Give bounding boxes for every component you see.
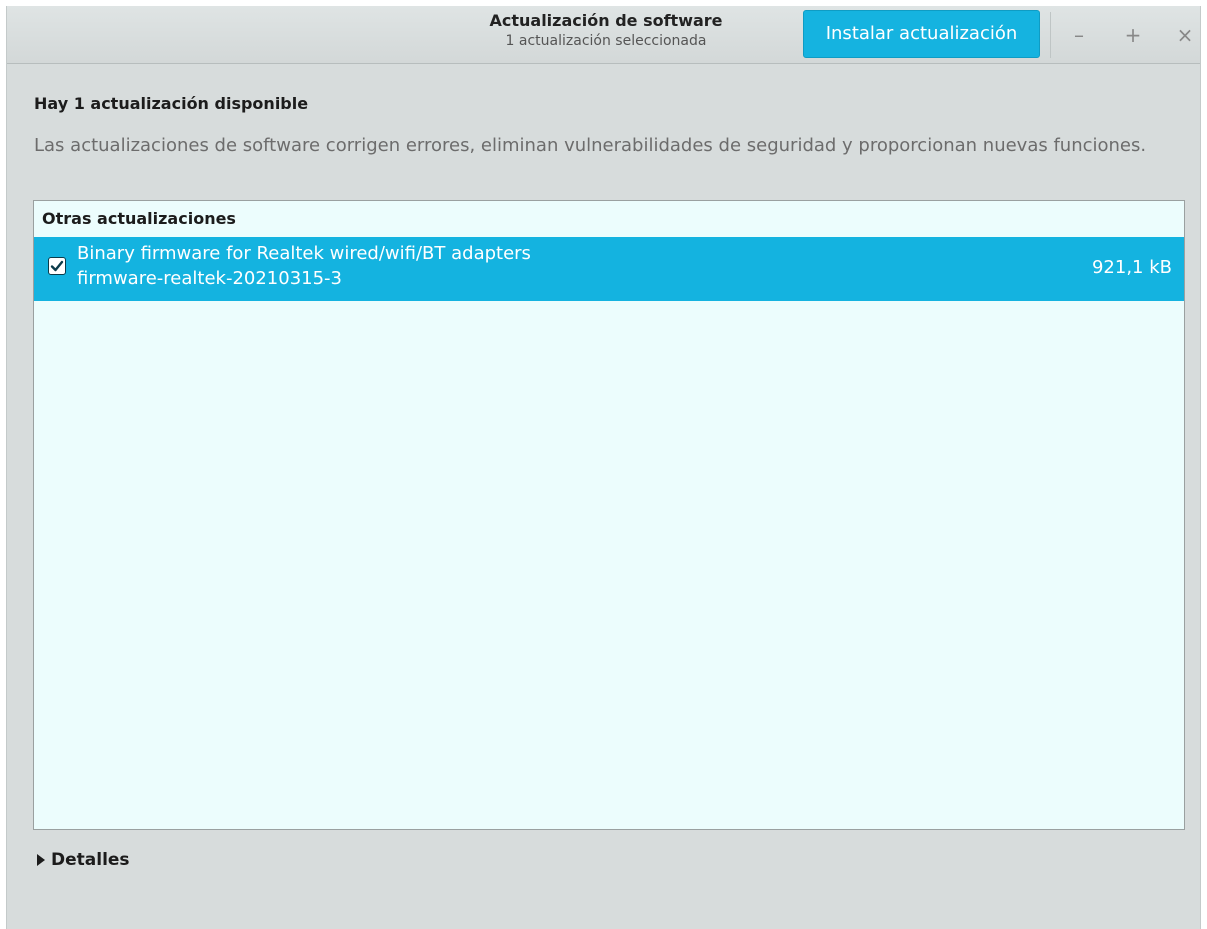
details-label: Detalles bbox=[51, 850, 130, 870]
minimize-icon[interactable]: – bbox=[1066, 22, 1092, 48]
header-separator bbox=[1050, 12, 1051, 58]
update-name: Binary firmware for Realtek wired/wifi/B… bbox=[77, 243, 531, 264]
maximize-icon[interactable]: + bbox=[1120, 22, 1146, 48]
title-block: Actualización de software 1 actualizació… bbox=[407, 11, 805, 51]
updates-available-heading: Hay 1 actualización disponible bbox=[34, 94, 309, 113]
updates-description: Las actualizaciones de software corrigen… bbox=[34, 135, 1147, 156]
software-update-window: Actualización de software 1 actualizació… bbox=[6, 6, 1201, 929]
checkbox-checked-icon[interactable] bbox=[48, 257, 66, 275]
update-package: firmware-realtek-20210315-3 bbox=[77, 268, 343, 289]
close-icon[interactable]: × bbox=[1172, 22, 1198, 48]
triangle-right-icon bbox=[37, 854, 45, 866]
update-row[interactable]: Binary firmware for Realtek wired/wifi/B… bbox=[34, 237, 1184, 301]
install-update-button[interactable]: Instalar actualización bbox=[803, 10, 1040, 58]
updates-list: Otras actualizaciones Binary firmware fo… bbox=[33, 200, 1185, 830]
window-title: Actualización de software bbox=[489, 11, 723, 30]
section-title-other-updates: Otras actualizaciones bbox=[42, 209, 236, 228]
details-expander[interactable]: Detalles bbox=[37, 850, 130, 870]
update-size: 921,1 kB bbox=[1091, 257, 1172, 278]
window-subtitle: 1 actualización seleccionada bbox=[505, 33, 707, 49]
header-bar: Actualización de software 1 actualizació… bbox=[7, 6, 1200, 64]
